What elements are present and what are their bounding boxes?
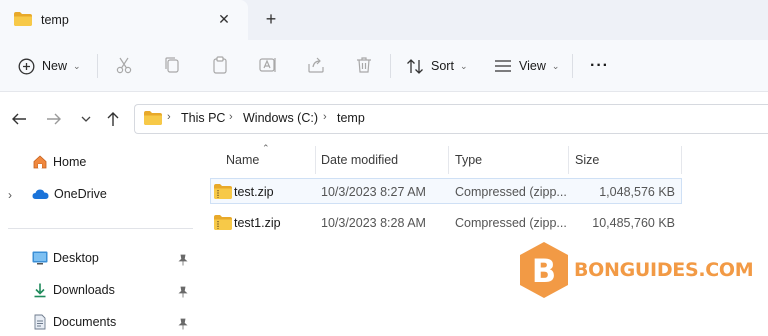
breadcrumb-temp[interactable]: temp — [337, 111, 365, 125]
new-button[interactable]: New ⌄ — [18, 53, 81, 79]
column-header-name[interactable]: Name — [226, 146, 259, 174]
bonguides-logo: B — [520, 242, 568, 298]
pin-icon[interactable] — [177, 286, 189, 298]
breadcrumb-chevron-icon[interactable]: › — [167, 111, 171, 123]
sidebar-item-label: Downloads — [53, 283, 115, 297]
file-type: Compressed (zipp... — [455, 216, 567, 230]
up-arrow-icon[interactable] — [104, 110, 122, 128]
column-divider[interactable] — [315, 146, 316, 174]
column-divider[interactable] — [681, 146, 682, 174]
chevron-right-icon[interactable]: › — [8, 188, 12, 202]
view-list-icon — [495, 60, 511, 72]
column-header-date-modified[interactable]: Date modified — [321, 146, 398, 174]
sort-button-label: Sort — [431, 59, 454, 73]
folder-icon — [144, 111, 162, 125]
forward-arrow-icon[interactable] — [45, 110, 63, 128]
sidebar-divider — [8, 228, 193, 229]
file-name[interactable]: test1.zip — [234, 216, 281, 230]
tab-temp[interactable]: temp ✕ — [0, 0, 248, 40]
column-header-type[interactable]: Type — [455, 146, 482, 174]
sidebar-item-label: Documents — [53, 315, 117, 329]
chevron-down-icon: ⌄ — [459, 60, 468, 71]
paste-icon[interactable] — [210, 55, 230, 75]
file-size: 1,048,576 KB — [599, 185, 675, 199]
breadcrumb-windows-c[interactable]: Windows (C:) — [243, 111, 318, 125]
folder-icon — [14, 12, 32, 26]
zip-folder-icon — [214, 184, 232, 199]
divider — [572, 54, 573, 78]
document-icon — [34, 314, 46, 330]
home-icon — [33, 155, 47, 169]
file-date: 10/3/2023 8:27 AM — [321, 185, 426, 199]
more-options-button[interactable]: ··· — [590, 53, 609, 79]
sidebar-item-desktop[interactable]: Desktop — [32, 245, 99, 271]
download-icon — [34, 283, 46, 298]
zip-folder-icon — [214, 215, 232, 230]
sidebar-item-label: Desktop — [53, 251, 99, 265]
file-row[interactable]: test.zip 10/3/2023 8:27 AM Compressed (z… — [210, 178, 682, 204]
view-button-label: View — [519, 59, 546, 73]
view-button[interactable]: View ⌄ — [494, 53, 559, 79]
sidebar-item-documents[interactable]: Documents — [32, 309, 116, 335]
sort-icon — [407, 58, 423, 74]
close-icon[interactable]: ✕ — [216, 11, 232, 27]
breadcrumb-chevron-icon[interactable]: › — [229, 111, 233, 123]
back-arrow-icon[interactable] — [10, 110, 28, 128]
pin-icon[interactable] — [177, 318, 189, 330]
desktop-icon — [32, 251, 48, 265]
new-tab-button[interactable]: + — [262, 10, 280, 28]
chevron-down-icon: ⌄ — [551, 60, 560, 71]
plus-circle-icon — [18, 58, 35, 74]
breadcrumb-chevron-icon[interactable]: › — [323, 111, 327, 123]
cloud-icon — [32, 189, 49, 199]
share-icon[interactable] — [306, 55, 326, 75]
rename-icon[interactable] — [258, 55, 278, 75]
breadcrumb-this-pc[interactable]: This PC — [181, 111, 225, 125]
recent-locations-chevron-icon[interactable] — [77, 110, 95, 128]
sidebar-item-onedrive[interactable]: OneDrive — [32, 181, 107, 207]
column-divider[interactable] — [448, 146, 449, 174]
tab-bar: temp ✕ + — [0, 0, 768, 40]
chevron-down-icon: ⌄ — [73, 60, 81, 71]
sidebar-item-label: Home — [53, 155, 87, 169]
divider — [97, 54, 98, 78]
tab-title: temp — [41, 13, 69, 27]
file-name[interactable]: test.zip — [234, 185, 274, 199]
divider — [390, 54, 391, 78]
command-bar: New ⌄ Sort ⌄ View ⌄ ··· — [0, 40, 768, 92]
file-row[interactable]: test1.zip 10/3/2023 8:28 AM Compressed (… — [210, 210, 682, 236]
delete-icon[interactable] — [354, 55, 374, 75]
sort-ascending-icon: ⌃ — [262, 143, 270, 153]
sort-button[interactable]: Sort ⌄ — [406, 53, 467, 79]
logo-letter: B — [532, 252, 556, 290]
pin-icon[interactable] — [177, 254, 189, 266]
new-button-label: New — [42, 59, 68, 73]
sidebar-item-downloads[interactable]: Downloads — [32, 277, 115, 303]
file-size: 10,485,760 KB — [592, 216, 675, 230]
watermark-text: BONGUIDES.COM — [574, 259, 754, 281]
column-divider[interactable] — [568, 146, 569, 174]
sidebar-item-home[interactable]: Home — [32, 149, 86, 175]
copy-icon[interactable] — [162, 55, 182, 75]
column-header-size[interactable]: Size — [575, 146, 599, 174]
cut-icon[interactable] — [114, 55, 134, 75]
sidebar-item-label: OneDrive — [54, 187, 107, 201]
file-date: 10/3/2023 8:28 AM — [321, 216, 426, 230]
file-type: Compressed (zipp... — [455, 185, 567, 199]
